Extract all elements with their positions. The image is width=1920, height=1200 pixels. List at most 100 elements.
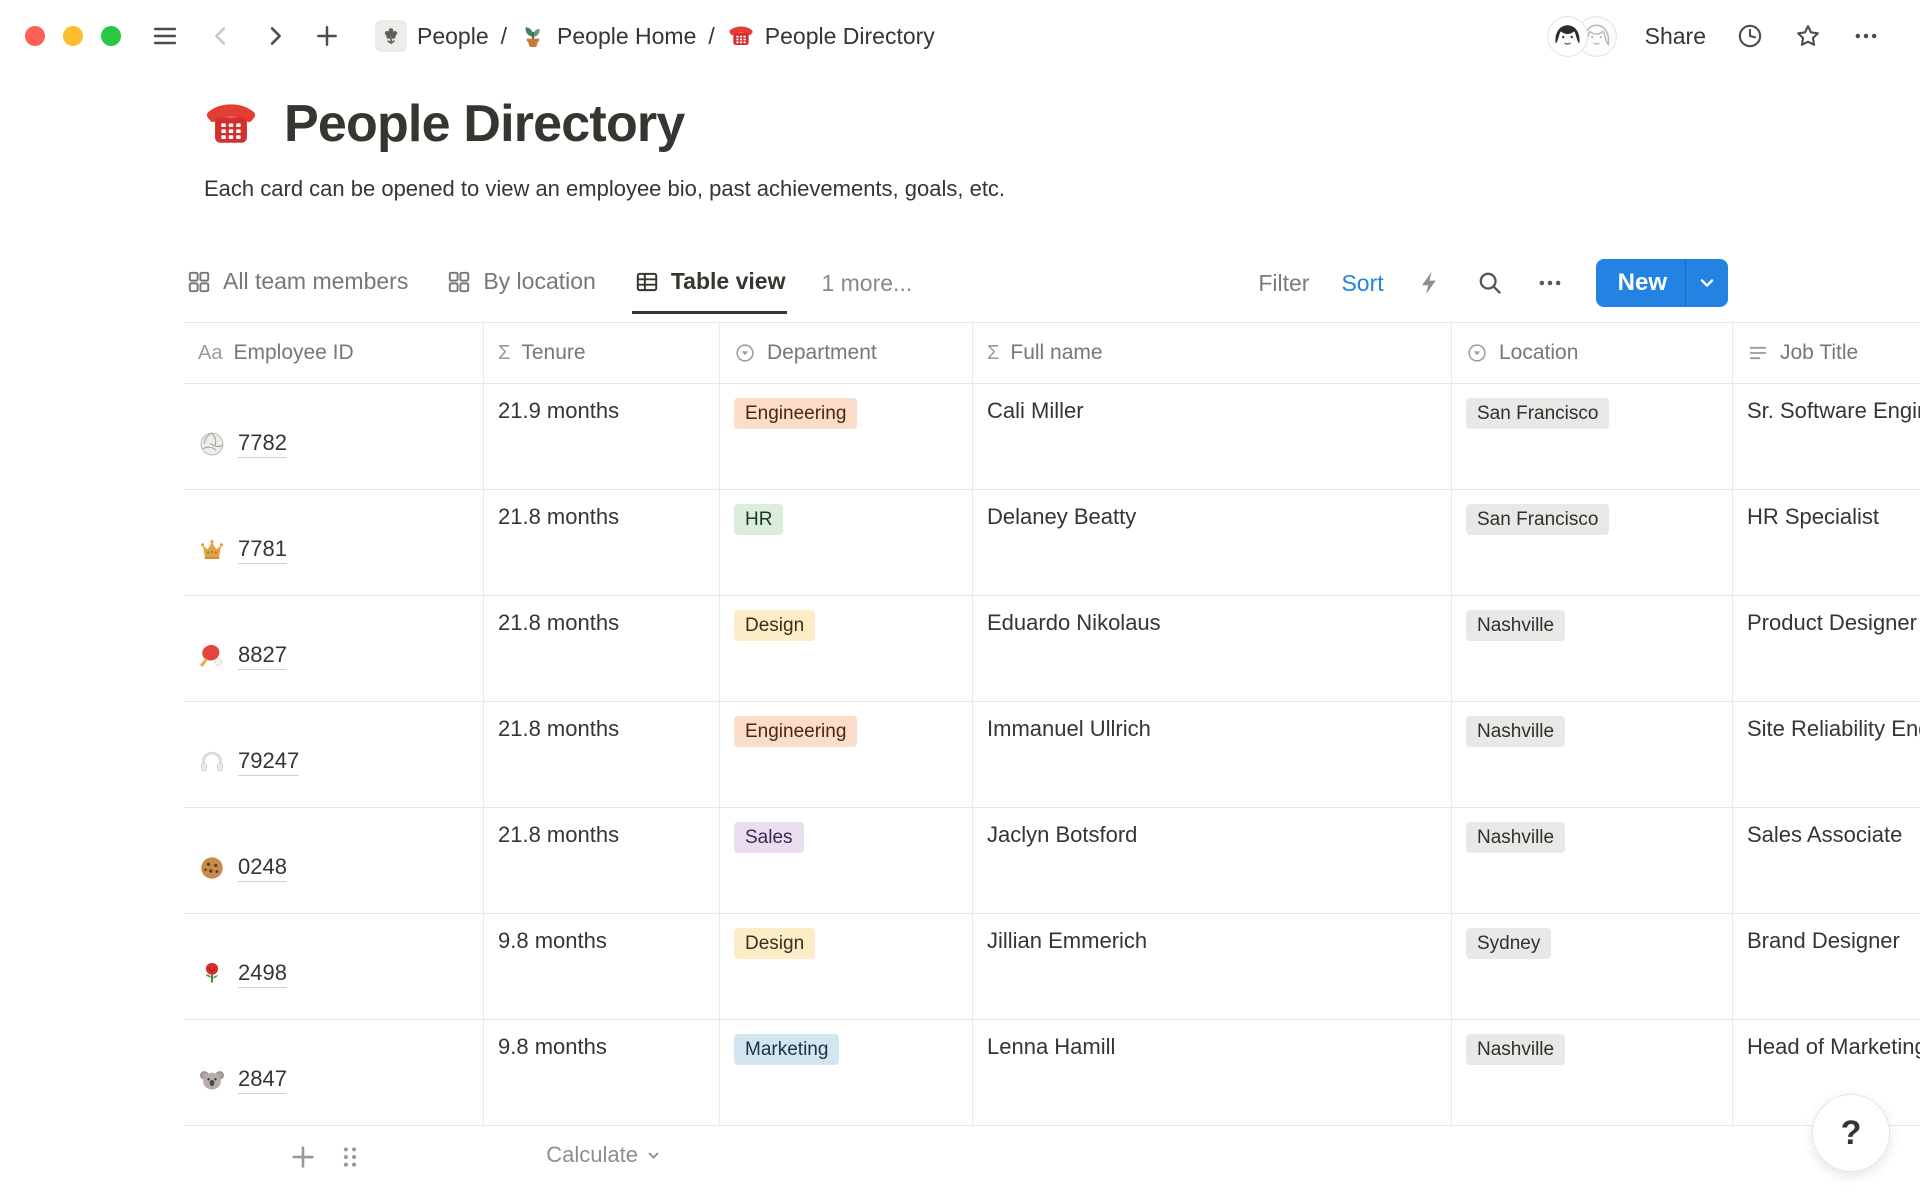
view-tabs: All team members By location Table view 1 m… [184,252,912,314]
cell-full-name[interactable]: Lenna Hamill [973,1020,1452,1125]
cell-department[interactable]: Design [720,914,973,1019]
cell-full-name[interactable]: Cali Miller [973,384,1452,489]
volleyball-icon [198,430,226,458]
column-header-employee-id[interactable]: AaEmployee ID [184,323,484,383]
breadcrumb-item-people-directory[interactable]: People Directory [727,22,935,50]
cell-job-title[interactable]: HR Specialist [1733,490,1920,595]
cell-location[interactable]: Nashville [1452,808,1733,913]
view-options-icon[interactable] [1536,269,1564,297]
page-title[interactable]: People Directory [284,94,684,154]
cell-job-title[interactable]: Product Designer [1733,596,1920,701]
page-description[interactable]: Each card can be opened to view an emplo… [204,176,1920,202]
sort-button[interactable]: Sort [1341,270,1383,297]
cell-tenure[interactable]: 21.8 months [484,596,720,701]
column-header-tenure[interactable]: ΣTenure [484,323,720,383]
topbar-actions: Share [1547,16,1880,57]
cell-full-name[interactable]: Jillian Emmerich [973,914,1452,1019]
employee-id-link[interactable]: 2498 [238,960,287,988]
sidebar-menu-icon[interactable] [151,22,179,50]
minimize-window-button[interactable] [63,26,83,46]
new-page-icon[interactable] [313,22,341,50]
back-icon[interactable] [207,22,235,50]
employee-id-link[interactable]: 7782 [238,430,287,458]
breadcrumb-item-people-home[interactable]: People Home [519,22,696,50]
koala-icon [198,1066,226,1094]
breadcrumb-item-people[interactable]: People [375,20,489,52]
flower-icon [375,20,407,52]
cell-job-title[interactable]: Sr. Software Engineer [1733,384,1920,489]
calculate-button[interactable]: Calculate [288,1142,662,1168]
cell-tenure[interactable]: 21.8 months [484,490,720,595]
employee-id-link[interactable]: 0248 [238,854,287,882]
filter-button[interactable]: Filter [1258,270,1309,297]
cell-employee-id[interactable]: 7782 [184,384,484,489]
table-row: 7782 21.9 monthsEngineeringCali Miller San… [184,384,1920,490]
potted-plant-icon [519,22,547,50]
cell-employee-id[interactable]: 2498 [184,914,484,1019]
cell-job-title[interactable]: Brand Designer [1733,914,1920,1019]
cell-location[interactable]: San Francisco [1452,384,1733,489]
cell-employee-id[interactable]: 79247 [184,702,484,807]
avatar[interactable] [1547,16,1588,57]
tab-all-team-members[interactable]: All team members [184,252,410,314]
tab-table-view[interactable]: Table view [632,252,788,314]
cell-department[interactable]: Engineering [720,702,973,807]
cell-department[interactable]: Sales [720,808,973,913]
cell-employee-id[interactable]: 2847 [184,1020,484,1125]
search-icon[interactable] [1476,269,1504,297]
cell-department[interactable]: Engineering [720,384,973,489]
cell-location[interactable]: Nashville [1452,702,1733,807]
zoom-window-button[interactable] [101,26,121,46]
automation-lightning-icon[interactable] [1416,269,1444,297]
cell-department[interactable]: HR [720,490,973,595]
cell-job-title[interactable]: Sales Associate [1733,808,1920,913]
cell-full-name[interactable]: Immanuel Ullrich [973,702,1452,807]
page-red-telephone-icon[interactable] [202,95,260,153]
employee-id-link[interactable]: 8827 [238,642,287,670]
new-button[interactable]: New [1596,259,1685,307]
column-header-job-title[interactable]: Job Title [1733,323,1920,383]
help-button[interactable]: ? [1812,1094,1890,1172]
close-window-button[interactable] [25,26,45,46]
cell-tenure[interactable]: 9.8 months [484,914,720,1019]
cell-location[interactable]: Sydney [1452,914,1733,1019]
updates-clock-icon[interactable] [1736,22,1764,50]
people-table: AaEmployee IDΣTenureDepartmentΣFull name… [184,322,1920,1190]
new-button-dropdown[interactable] [1686,259,1728,307]
employee-id-link[interactable]: 2847 [238,1066,287,1094]
share-button[interactable]: Share [1645,23,1706,50]
cell-department[interactable]: Marketing [720,1020,973,1125]
location-badge: Nashville [1466,610,1565,641]
more-views-button[interactable]: 1 more... [821,252,912,314]
cell-employee-id[interactable]: 7781 [184,490,484,595]
employee-id-link[interactable]: 7781 [238,536,287,564]
location-badge: Nashville [1466,822,1565,853]
cell-full-name[interactable]: Delaney Beatty [973,490,1452,595]
cell-location[interactable]: Nashville [1452,1020,1733,1125]
cell-department[interactable]: Design [720,596,973,701]
cell-tenure[interactable]: 21.9 months [484,384,720,489]
cell-full-name[interactable]: Jaclyn Botsford [973,808,1452,913]
cell-tenure[interactable]: 21.8 months [484,808,720,913]
column-header-department[interactable]: Department [720,323,973,383]
cell-employee-id[interactable]: 8827 [184,596,484,701]
employee-id-link[interactable]: 79247 [238,748,299,776]
page-header: People Directory [202,94,1920,154]
location-badge: San Francisco [1466,398,1609,429]
breadcrumb-label: People Home [557,23,696,50]
cell-location[interactable]: Nashville [1452,596,1733,701]
cell-job-title[interactable]: Site Reliability Engineer [1733,702,1920,807]
cell-employee-id[interactable]: 0248 [184,808,484,913]
cell-full-name[interactable]: Eduardo Nikolaus [973,596,1452,701]
cell-tenure[interactable]: 9.8 months [484,1020,720,1125]
column-label: Employee ID [233,341,353,365]
forward-icon[interactable] [261,22,289,50]
cell-tenure[interactable]: 21.8 months [484,702,720,807]
formula-property-icon: Σ [987,342,999,365]
cell-location[interactable]: San Francisco [1452,490,1733,595]
tab-by-location[interactable]: By location [444,252,598,314]
column-header-full-name[interactable]: ΣFull name [973,323,1452,383]
favorite-star-icon[interactable] [1794,22,1822,50]
more-options-icon[interactable] [1852,22,1880,50]
column-header-location[interactable]: Location [1452,323,1733,383]
